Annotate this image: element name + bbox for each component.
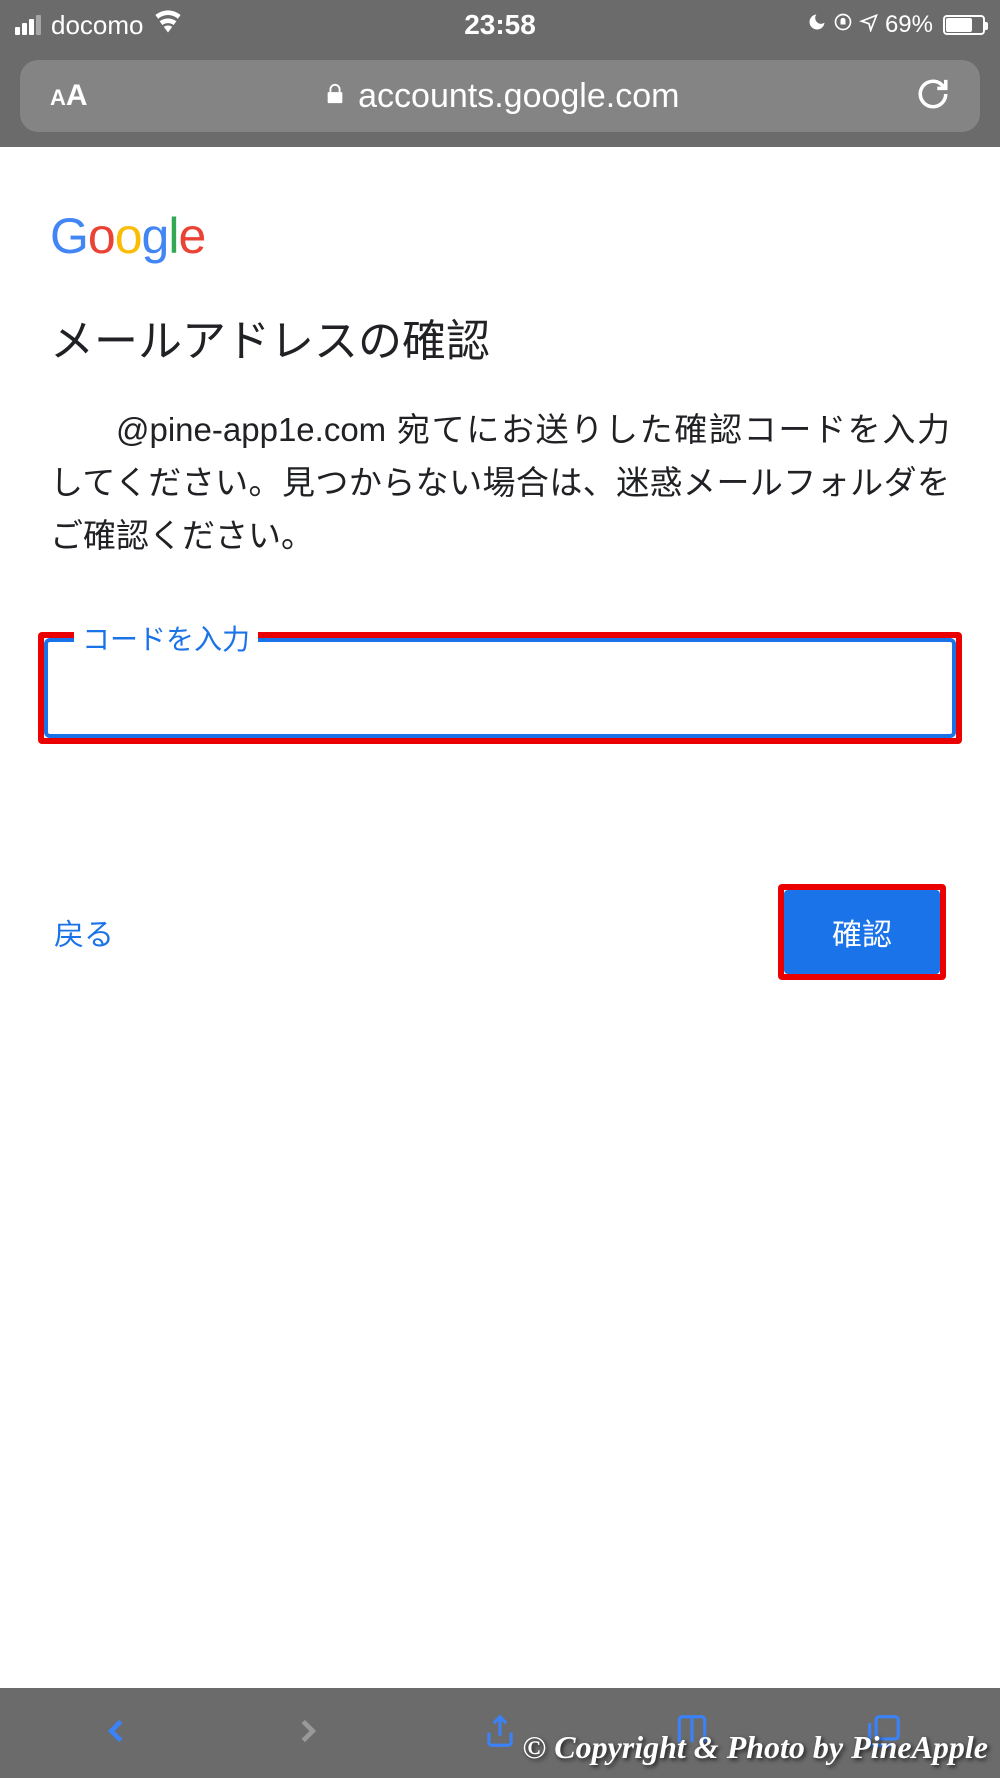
url-display[interactable]: accounts.google.com [324,77,679,116]
moon-icon [807,11,827,39]
lock-icon [324,77,346,116]
verification-description: @pine-app1e.com 宛てにお送りした確認コードを入力してください。見… [50,404,950,562]
code-input-label: コードを入力 [74,618,258,658]
code-input-highlight: コードを入力 [38,632,962,744]
page-title: メールアドレスの確認 [50,305,950,369]
page-content: Google メールアドレスの確認 @pine-app1e.com 宛てにお送り… [0,147,1000,980]
address-bar[interactable]: AA accounts.google.com [20,60,980,132]
google-logo: Google [50,207,950,265]
status-right: 69% [807,11,985,39]
wifi-icon [154,8,182,43]
browser-chrome: AA accounts.google.com [0,50,1000,147]
status-bar: docomo 23:58 69% [0,0,1000,50]
confirm-button-highlight: 確認 [778,884,946,980]
clock-label: 23:58 [464,9,536,41]
confirm-button[interactable]: 確認 [784,890,940,974]
rotation-lock-icon [833,11,853,39]
share-icon[interactable] [481,1712,519,1755]
battery-icon [943,15,985,35]
url-text: accounts.google.com [358,77,679,116]
text-size-icon[interactable]: AA [50,79,88,113]
reload-icon[interactable] [916,77,950,116]
back-icon[interactable] [97,1712,135,1755]
back-link[interactable]: 戻る [54,910,114,954]
forward-icon[interactable] [289,1712,327,1755]
cellular-signal-icon [15,15,41,35]
copyright-watermark: © Copyright & Photo by PineApple [522,1729,988,1766]
location-icon [859,11,879,39]
battery-percent-label: 69% [885,11,933,39]
status-left: docomo [15,8,182,43]
carrier-label: docomo [51,10,144,41]
action-row: 戻る 確認 [50,884,950,980]
